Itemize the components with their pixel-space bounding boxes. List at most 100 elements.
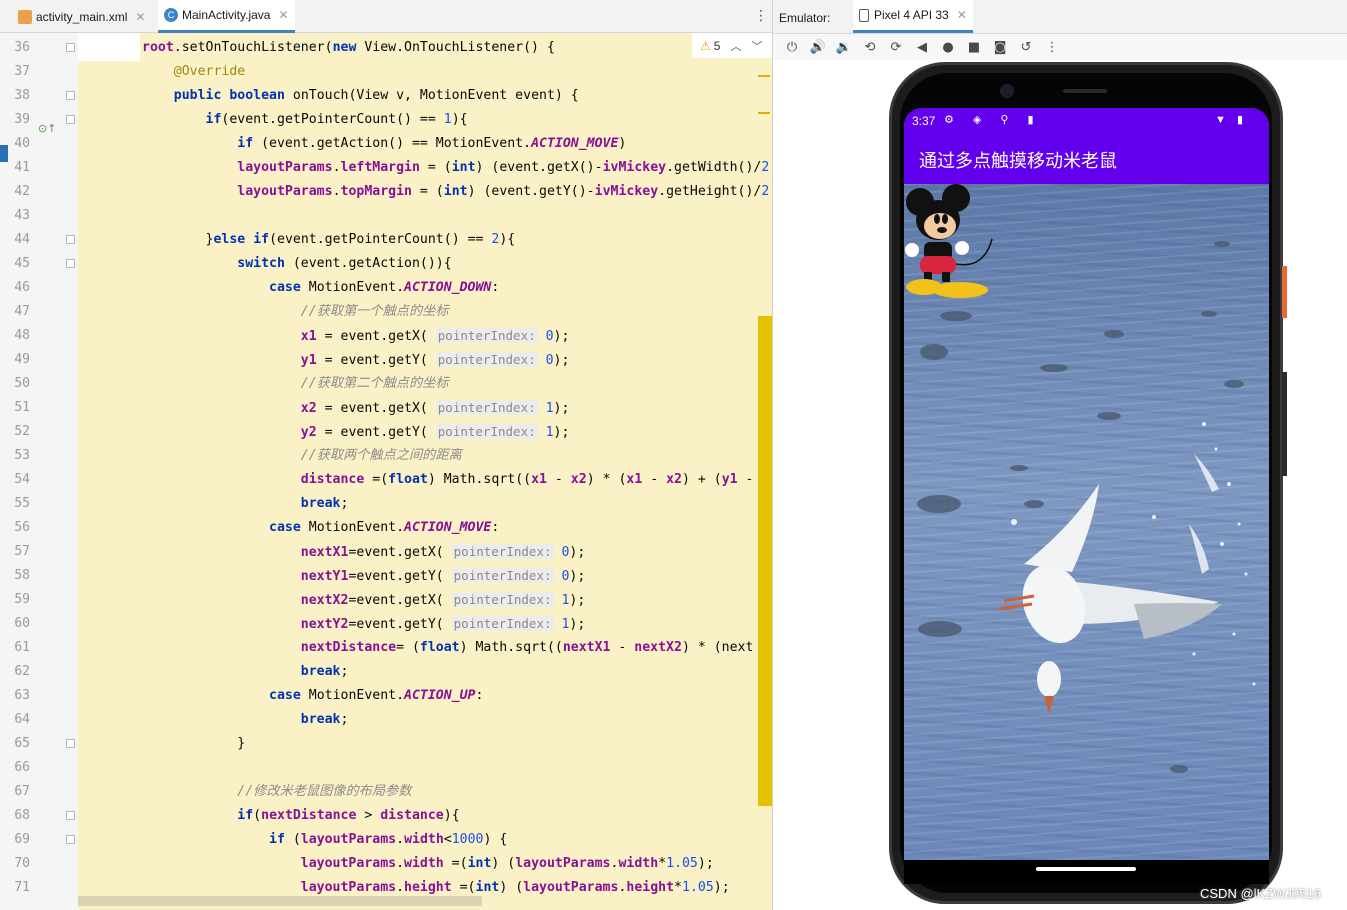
- code-line: root.setOnTouchListener(new View.OnTouch…: [142, 40, 555, 55]
- tab-activity-main-xml[interactable]: activity_main.xml ✕: [18, 0, 145, 33]
- line-number: 68: [14, 808, 30, 823]
- inspection-widget[interactable]: ⚠ 5 ︿ ﹀: [692, 33, 772, 58]
- phone-screen[interactable]: 3:37 ⚙ ◈ ⚲ ▮ ▼ ▮ 通过多点触摸移动米老鼠: [904, 108, 1269, 860]
- line-number: 51: [14, 400, 30, 415]
- line-number: 50: [14, 376, 30, 391]
- device-icon: [859, 8, 869, 22]
- fold-marker-icon[interactable]: [66, 115, 75, 124]
- code-line: nextDistance= (float) Math.sqrt((nextX1 …: [300, 640, 754, 655]
- mickey-mouse-image[interactable]: [904, 184, 994, 299]
- app-title: 通过多点触摸移动米老鼠: [919, 151, 1117, 172]
- code-line: y2 = event.getY( pointerIndex: 1);: [300, 424, 570, 440]
- emulator-label: Emulator:: [779, 11, 831, 25]
- fold-marker-icon[interactable]: [66, 835, 75, 844]
- line-number: 61: [14, 640, 30, 655]
- line-number: 60: [14, 616, 30, 631]
- line-number: 69: [14, 832, 30, 847]
- power-icon[interactable]: ⏻: [779, 40, 805, 55]
- line-number: 64: [14, 712, 30, 727]
- code-line: break;: [300, 712, 349, 727]
- line-number: 54: [14, 472, 30, 487]
- home-icon[interactable]: ●: [935, 40, 961, 55]
- snapshot-icon[interactable]: ↺: [1013, 40, 1039, 55]
- volume-button[interactable]: [1282, 372, 1287, 476]
- code-line: case MotionEvent.ACTION_DOWN:: [269, 280, 500, 295]
- override-marker-icon[interactable]: ⊙↑: [38, 122, 56, 135]
- volume-down-icon[interactable]: 🔉: [831, 40, 857, 55]
- camera-icon: [1000, 84, 1014, 98]
- line-number: 65: [14, 736, 30, 751]
- code-line: nextY2=event.getY( pointerIndex: 1);: [300, 616, 586, 632]
- line-number: 59: [14, 592, 30, 607]
- line-number: 58: [14, 568, 30, 583]
- fold-marker-icon[interactable]: [66, 811, 75, 820]
- code-line: y1 = event.getY( pointerIndex: 0);: [300, 352, 570, 368]
- scroll-marker: [758, 112, 770, 114]
- home-gesture-pill[interactable]: [1036, 867, 1136, 871]
- line-number: 52: [14, 424, 30, 439]
- close-icon[interactable]: ✕: [135, 10, 145, 24]
- status-bar: 3:37 ⚙ ◈ ⚲ ▮ ▼ ▮: [904, 108, 1269, 134]
- warnings-count: 5: [713, 38, 721, 53]
- chevron-down-icon[interactable]: ﹀: [751, 38, 762, 54]
- code-line: @Override: [173, 64, 246, 79]
- fold-marker-icon[interactable]: [66, 235, 75, 244]
- fold-marker-icon[interactable]: [66, 259, 75, 268]
- code-line: case MotionEvent.ACTION_UP:: [269, 688, 484, 703]
- code-editor[interactable]: root.setOnTouchListener(new View.OnTouch…: [78, 33, 772, 910]
- line-number: 56: [14, 520, 30, 535]
- status-signal-battery-icons: ▼ ▮: [1215, 114, 1247, 126]
- fold-marker-icon[interactable]: [66, 43, 75, 52]
- seagull-background-image[interactable]: [904, 184, 1269, 860]
- code-line: if(event.getPointerCount() == 1){: [205, 112, 468, 127]
- code-line: public boolean onTouch(View v, MotionEve…: [173, 88, 579, 103]
- screenshot-icon[interactable]: ◙: [987, 40, 1013, 55]
- fold-marker-icon[interactable]: [66, 91, 75, 100]
- line-number: 49: [14, 352, 30, 367]
- more-vertical-icon[interactable]: ⋮: [754, 8, 768, 24]
- scroll-marker: [758, 75, 770, 77]
- line-number: 45: [14, 256, 30, 271]
- line-number: 66: [14, 760, 30, 775]
- fold-marker-icon[interactable]: [66, 739, 75, 748]
- code-line: nextY1=event.getY( pointerIndex: 0);: [300, 568, 586, 584]
- line-number: 40: [14, 136, 30, 151]
- more-icon[interactable]: ⋮: [1039, 40, 1065, 55]
- tab-device-pixel4[interactable]: Pixel 4 API 33 ✕: [853, 0, 973, 33]
- horizontal-scrollbar[interactable]: [78, 896, 482, 906]
- code-line: nextX1=event.getX( pointerIndex: 0);: [300, 544, 586, 560]
- rotate-right-icon[interactable]: ⟳: [883, 40, 909, 55]
- code-line: switch (event.getAction()){: [237, 256, 452, 271]
- rotate-left-icon[interactable]: ⟲: [857, 40, 883, 55]
- speaker-grille: [1063, 89, 1107, 93]
- line-number: 47: [14, 304, 30, 319]
- tab-main-activity-java[interactable]: C MainActivity.java ✕: [158, 0, 295, 33]
- line-number: 53: [14, 448, 30, 463]
- editor-tab-bar: activity_main.xml ✕ C MainActivity.java …: [0, 0, 772, 33]
- volume-up-icon[interactable]: 🔊: [805, 40, 831, 55]
- line-number: 62: [14, 664, 30, 679]
- code-line: layoutParams.width =(int) (layoutParams.…: [300, 856, 714, 871]
- close-icon[interactable]: ✕: [957, 8, 967, 22]
- line-number: 42: [14, 184, 30, 199]
- code-indent-area: [78, 33, 140, 61]
- xml-file-icon: [18, 9, 32, 24]
- line-number: 38: [14, 88, 30, 103]
- code-line: layoutParams.topMargin = (int) (event.ge…: [237, 184, 770, 199]
- navigation-bar: [904, 860, 1269, 884]
- back-icon[interactable]: ◀: [909, 40, 935, 55]
- code-line: layoutParams.leftMargin = (int) (event.g…: [237, 160, 770, 175]
- code-line: }: [142, 736, 246, 751]
- overview-icon[interactable]: ■: [961, 40, 987, 55]
- code-line: if (event.getAction() == MotionEvent.ACT…: [237, 136, 627, 151]
- code-line: if (layoutParams.width<1000) {: [269, 832, 508, 847]
- vertical-scrollbar-highlight[interactable]: [758, 316, 772, 806]
- chevron-up-icon[interactable]: ︿: [730, 38, 741, 54]
- java-class-icon: C: [164, 8, 178, 22]
- line-number: 36: [14, 40, 30, 55]
- code-line: //获取第二个触点的坐标: [142, 376, 449, 391]
- power-button[interactable]: [1282, 266, 1287, 318]
- device-tab-label: Pixel 4 API 33: [874, 8, 949, 22]
- code-line: distance =(float) Math.sqrt((x1 - x2) * …: [300, 472, 754, 487]
- close-icon[interactable]: ✕: [278, 8, 288, 22]
